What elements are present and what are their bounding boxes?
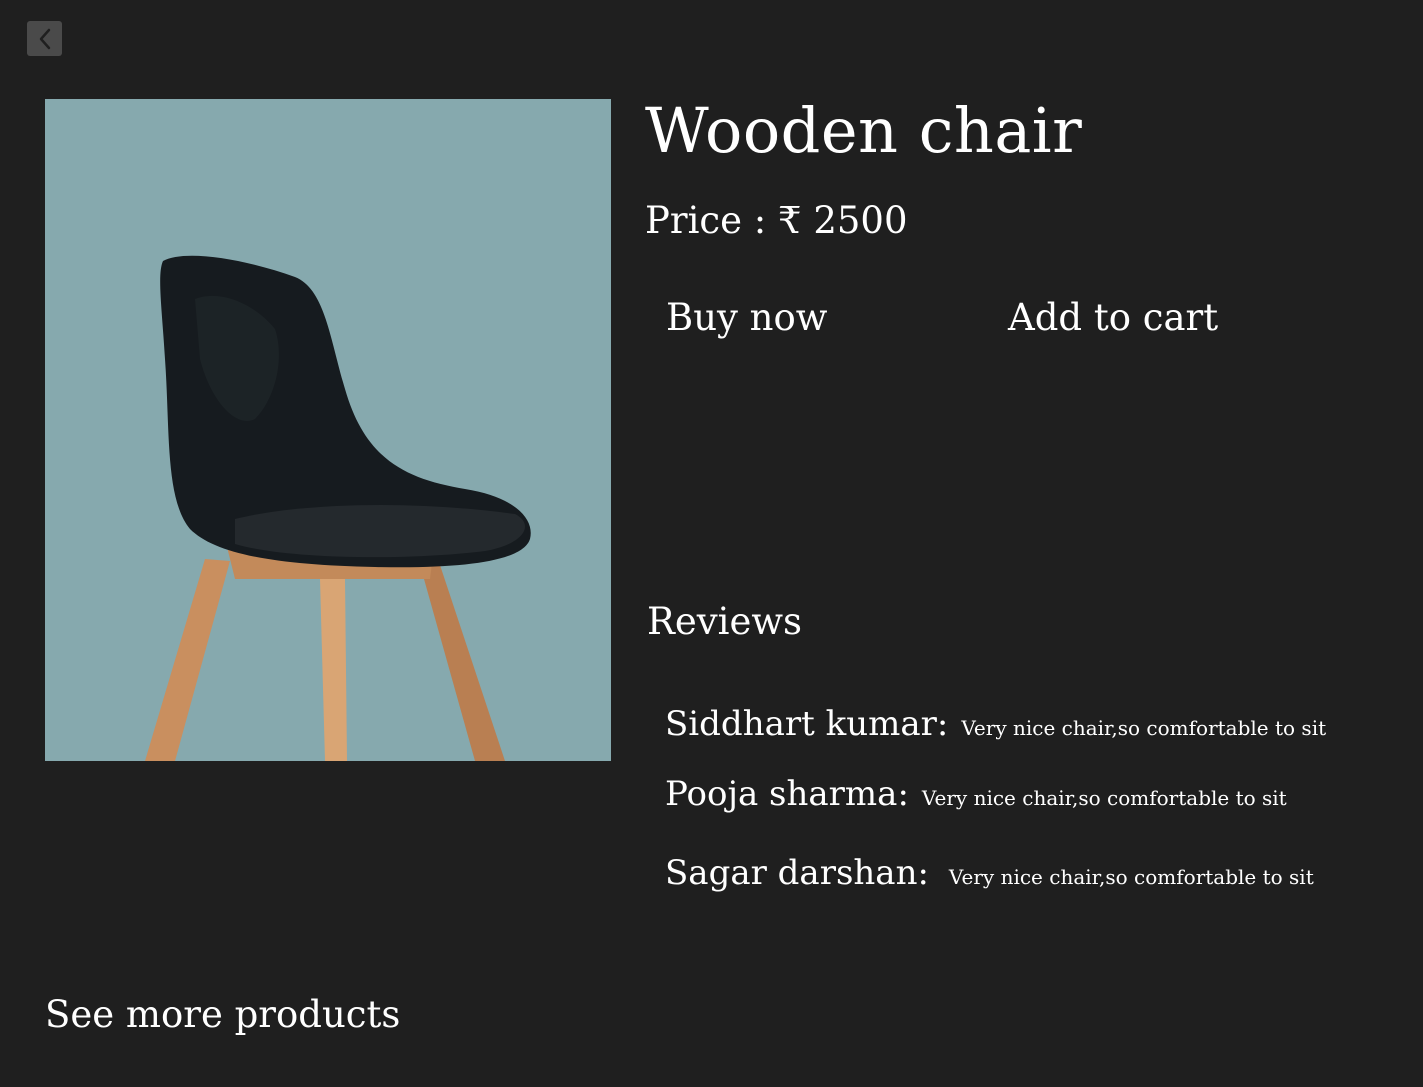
review-item: Siddhart kumar: Very nice chair,so comfo…	[665, 704, 1326, 745]
review-author: Siddhart kumar:	[665, 704, 949, 744]
review-text: Very nice chair,so comfortable to sit	[961, 716, 1327, 740]
product-price: Price : ₹ 2500	[645, 199, 908, 242]
add-to-cart-button[interactable]: Add to cart	[1008, 296, 1218, 340]
back-button[interactable]	[27, 21, 62, 56]
chair-illustration	[45, 99, 611, 761]
buy-now-button[interactable]: Buy now	[666, 296, 827, 340]
review-item: Pooja sharma: Very nice chair,so comfort…	[665, 774, 1287, 815]
reviews-heading: Reviews	[647, 600, 803, 643]
product-image	[45, 99, 611, 761]
review-text: Very nice chair,so comfortable to sit	[921, 786, 1287, 810]
review-author: Pooja sharma:	[665, 774, 909, 814]
review-item: Sagar darshan: Very nice chair,so comfor…	[665, 853, 1314, 894]
product-title: Wooden chair	[645, 94, 1083, 167]
see-more-products-link[interactable]: See more products	[45, 993, 400, 1037]
review-author: Sagar darshan:	[665, 853, 929, 893]
chevron-left-icon	[37, 27, 53, 51]
review-text: Very nice chair,so comfortable to sit	[948, 865, 1314, 889]
